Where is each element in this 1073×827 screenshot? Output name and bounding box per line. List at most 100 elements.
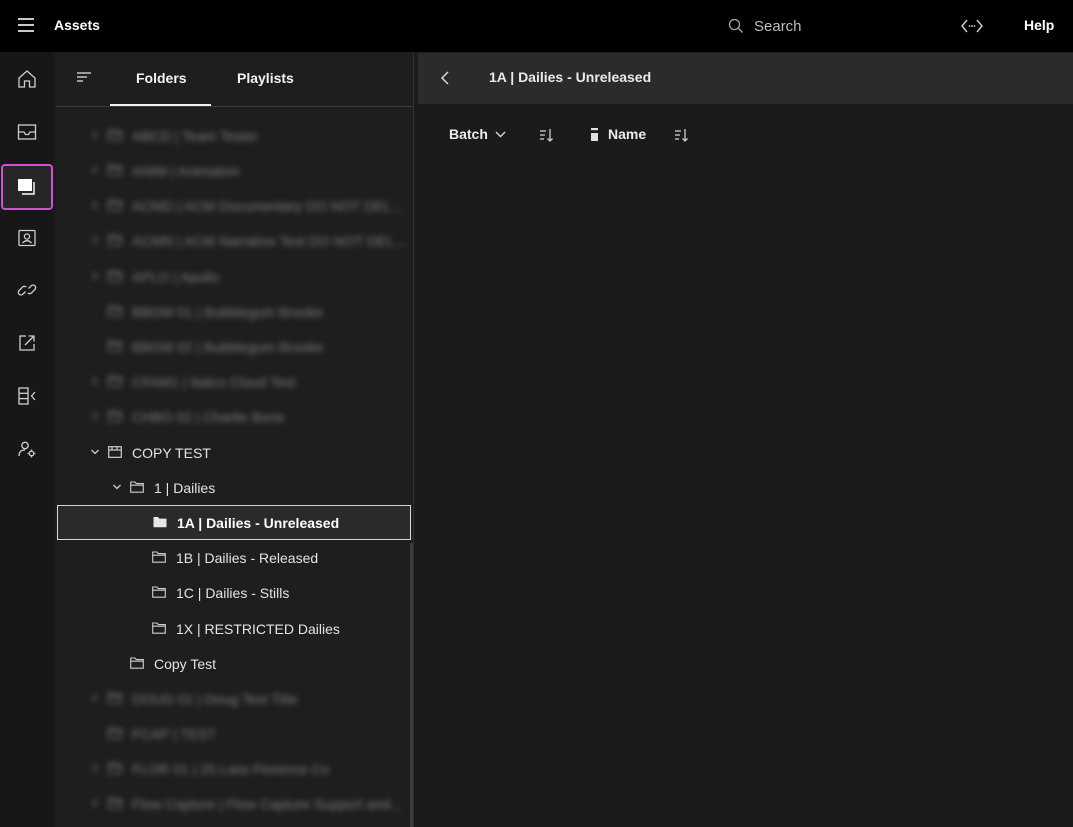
rail-layouts[interactable] [3, 375, 51, 417]
tree-item[interactable]: COPY TEST [56, 435, 412, 470]
folder-icon [108, 410, 122, 422]
code-embed-icon[interactable] [960, 16, 984, 36]
folder-icon [108, 692, 122, 704]
chevron-down-icon[interactable] [90, 447, 100, 457]
chevron-right-icon[interactable] [90, 130, 100, 140]
tree-item[interactable]: BBGM 01 | Bubblegum Brooke [56, 294, 412, 329]
rail-share[interactable] [3, 322, 51, 364]
tree-item[interactable]: BBGM 02 | Bubblegum Brooke [56, 329, 412, 364]
rail-links[interactable] [3, 269, 51, 311]
folder-icon [108, 199, 122, 211]
tree-item-label: CHBO 02 | Charlie Bone [132, 408, 285, 425]
chevron-right-icon[interactable] [90, 798, 100, 808]
content-toolbar: Batch Name [418, 123, 1073, 147]
search-input[interactable]: Search [728, 14, 928, 38]
sort-field-selector[interactable]: Name [591, 126, 646, 142]
batch-dropdown[interactable]: Batch [449, 126, 506, 142]
inbox-icon [17, 124, 37, 140]
tree-item-label: 1C | Dailies - Stills [176, 584, 290, 601]
back-arrow-icon[interactable] [438, 70, 452, 86]
folder-icon [108, 340, 122, 352]
tree-item[interactable]: APLO | Apollo [56, 259, 412, 294]
tree-item-label: COPY TEST [132, 444, 211, 461]
tree-item[interactable]: 1X | RESTRICTED Dailies [56, 611, 412, 646]
tree-item[interactable]: 1A | Dailies - Unreleased [57, 505, 411, 540]
tree-item[interactable]: DOUG 01 | Doug Test Title [56, 681, 412, 716]
sort-field-label: Name [608, 126, 647, 142]
chevron-right-icon[interactable] [90, 165, 100, 175]
folder-icon [108, 305, 122, 317]
main-content: 1A | Dailies - Unreleased Batch Name [418, 53, 1073, 827]
filter-sort-icon[interactable] [75, 70, 93, 86]
tree-item-label: 1B | Dailies - Released [176, 549, 319, 566]
chevron-right-icon[interactable] [90, 411, 100, 421]
tree-item-label: APLO | Apollo [132, 268, 219, 285]
chevron-right-icon[interactable] [90, 271, 100, 281]
page-title: 1A | Dailies - Unreleased [489, 69, 652, 85]
chevron-right-icon[interactable] [90, 235, 100, 245]
user-settings-icon [18, 441, 36, 458]
folder-icon [152, 551, 166, 563]
tab-folders[interactable]: Folders [136, 70, 187, 86]
tab-playlists[interactable]: Playlists [237, 70, 294, 86]
search-icon [728, 18, 743, 33]
top-bar: Assets Search Help [0, 0, 1073, 52]
tree-item[interactable]: Flow Capture | Flow Capture Support and.… [56, 786, 412, 821]
tree-item-label: 1X | RESTRICTED Dailies [176, 620, 340, 637]
tree-item[interactable]: ACMD | ACM Documentary DO NOT DEL... [56, 188, 412, 223]
chevron-right-icon[interactable] [90, 376, 100, 386]
search-placeholder: Search [754, 17, 802, 35]
folder-icon [108, 129, 122, 141]
tree-item-label: ABCD | Team Tester [132, 127, 259, 144]
tree-item[interactable]: Copy Test [56, 646, 412, 681]
rail-contacts[interactable] [3, 217, 51, 259]
tree-item[interactable]: ANIM | Animation [56, 153, 412, 188]
tree-item[interactable]: FLOR 01 | 25 Lass Florence Co [56, 751, 412, 786]
tree-item-label: FLOR 01 | 25 Lass Florence Co [132, 760, 330, 777]
tree-item-label: ANIM | Animation [132, 162, 240, 179]
panel-tab-bar: Folders Playlists [56, 53, 413, 107]
tree-item[interactable]: 1B | Dailies - Released [56, 540, 412, 575]
sort-direction-icon[interactable] [673, 127, 689, 143]
tree-item-label: Flow Capture | Flow Capture Support and.… [132, 795, 402, 812]
main-header: 1A | Dailies - Unreleased [418, 53, 1073, 104]
chevron-down-icon [495, 131, 506, 138]
tree-item-label: ACMD | ACM Documentary DO NOT DEL... [132, 197, 403, 214]
batch-label: Batch [449, 126, 488, 142]
tree-item[interactable]: CHBO 02 | Charlie Bone [56, 399, 412, 434]
folder-icon [152, 622, 166, 634]
folder-icon [130, 657, 144, 669]
help-button[interactable]: Help [1024, 17, 1054, 33]
tree-item-label: FCAP | TEST [132, 725, 217, 742]
folder-icon [108, 375, 122, 387]
share-icon [19, 335, 35, 351]
chevron-right-icon[interactable] [90, 200, 100, 210]
project-icon [108, 446, 122, 458]
tree-item[interactable]: CFAM1 | Italics Cloud Test [56, 364, 412, 399]
hamburger-menu-icon[interactable] [18, 18, 34, 32]
chevron-down-icon[interactable] [112, 482, 122, 492]
rail-assets[interactable] [1, 164, 53, 210]
link-icon [17, 284, 37, 296]
rail-home[interactable] [3, 58, 51, 100]
folder-icon [108, 797, 122, 809]
sort-field-icon [591, 127, 598, 141]
tree-scrollbar[interactable] [410, 543, 413, 827]
rail-inbox[interactable] [3, 111, 51, 153]
folder-icon [108, 727, 122, 739]
tree-item[interactable]: ABCD | Team Tester [56, 118, 412, 153]
chevron-right-icon[interactable] [90, 693, 100, 703]
tree-item[interactable]: 1C | Dailies - Stills [56, 575, 412, 610]
active-tab-indicator [110, 104, 211, 106]
rail-user-settings[interactable] [3, 428, 51, 470]
chevron-right-icon[interactable] [90, 763, 100, 773]
sort-order-icon[interactable] [538, 127, 554, 143]
folder-icon [108, 270, 122, 282]
tree-item-label: CFAM1 | Italics Cloud Test [132, 373, 296, 390]
tree-item-label: Copy Test [154, 655, 216, 672]
tree-item[interactable]: ACMN | ACM Narrative Test DO NOT DEL... [56, 223, 412, 258]
tree-item[interactable]: FCAP | TEST [56, 716, 412, 751]
tree-item[interactable]: 1 | Dailies [56, 470, 412, 505]
folder-icon [108, 762, 122, 774]
folder-icon [152, 586, 166, 598]
